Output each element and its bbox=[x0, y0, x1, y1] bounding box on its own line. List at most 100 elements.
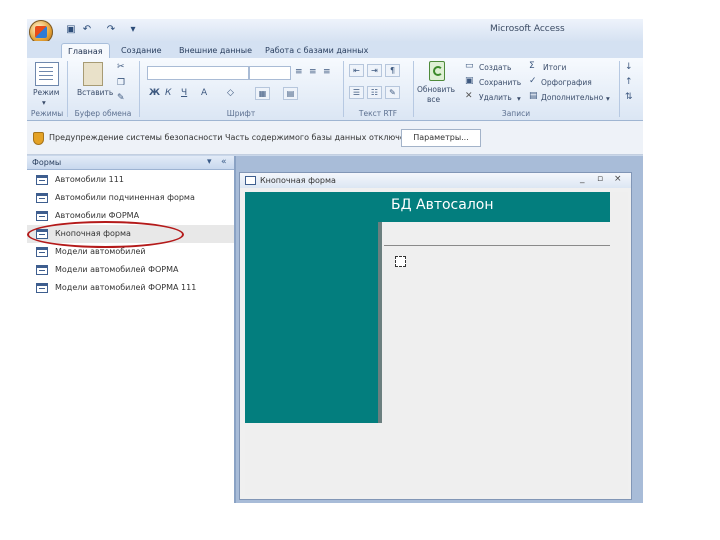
new-record-icon[interactable]: ▭ bbox=[465, 61, 474, 71]
app-title: Microsoft Access bbox=[490, 24, 565, 34]
form-window-title: Кнопочная форма bbox=[260, 176, 336, 185]
more-dropdown-icon[interactable]: ▾ bbox=[606, 94, 610, 103]
nav-item-label: Модели автомобилей bbox=[55, 247, 146, 256]
sort-descending-icon[interactable]: ↑ bbox=[625, 77, 633, 87]
spelling-button[interactable]: Орфография bbox=[541, 78, 592, 87]
divider bbox=[619, 61, 620, 117]
nav-item-label: Автомобили ФОРМА bbox=[55, 211, 140, 220]
chevron-down-icon[interactable]: ▾ bbox=[207, 157, 212, 167]
nav-pane-header[interactable]: Формы ▾ « bbox=[27, 156, 234, 170]
paragraph-icon[interactable]: ¶ bbox=[385, 64, 400, 77]
nav-item-avtomobili-111[interactable]: Автомобили 111 bbox=[27, 171, 234, 189]
font-color-icon[interactable]: A bbox=[201, 88, 207, 98]
totals-button[interactable]: Итоги bbox=[543, 63, 566, 72]
form-icon bbox=[36, 175, 48, 185]
align-left-icon[interactable]: ≡ bbox=[295, 67, 303, 77]
delete-icon[interactable]: ✕ bbox=[465, 91, 473, 101]
save-icon[interactable]: ▣ bbox=[65, 24, 77, 36]
paste-icon[interactable] bbox=[83, 62, 103, 86]
shield-icon bbox=[33, 132, 44, 145]
alternate-fill-icon[interactable]: ▤ bbox=[283, 87, 298, 100]
tab-create[interactable]: Создание bbox=[115, 43, 168, 58]
form-icon bbox=[245, 176, 256, 185]
save-record-button[interactable]: Сохранить bbox=[479, 78, 521, 87]
group-views: Режимы bbox=[30, 109, 64, 118]
indent-decrease-icon[interactable]: ⇤ bbox=[349, 64, 364, 77]
highlight-icon[interactable]: ✎ bbox=[385, 86, 400, 99]
view-icon[interactable] bbox=[35, 62, 59, 86]
view-button[interactable]: Режим bbox=[33, 88, 59, 97]
group-records: Записи bbox=[501, 109, 531, 118]
view-dropdown-icon[interactable]: ▾ bbox=[42, 98, 46, 107]
delete-button[interactable]: Удалить bbox=[479, 93, 512, 102]
totals-icon[interactable]: Σ bbox=[529, 61, 535, 71]
navigation-pane: Формы ▾ « Автомобили 111 Автомобили подч… bbox=[27, 156, 236, 503]
form-side-band bbox=[245, 192, 378, 423]
bullets-icon[interactable]: ☰ bbox=[349, 86, 364, 99]
refresh-icon[interactable] bbox=[429, 61, 445, 81]
group-font: Шрифт bbox=[226, 109, 256, 118]
more-icon[interactable]: ▤ bbox=[529, 91, 538, 101]
paste-button[interactable]: Вставить bbox=[77, 88, 113, 97]
font-name-field[interactable] bbox=[147, 66, 249, 80]
sort-ascending-icon[interactable]: ↓ bbox=[625, 62, 633, 72]
refresh-sub-label: все bbox=[427, 95, 441, 104]
minimize-icon[interactable]: _ bbox=[580, 174, 585, 184]
clear-sort-icon[interactable]: ⇅ bbox=[625, 92, 633, 102]
tab-database-tools[interactable]: Работа с базами данных bbox=[259, 43, 374, 58]
fill-color-icon[interactable]: ◇ bbox=[227, 88, 234, 98]
form-icon bbox=[36, 211, 48, 221]
spelling-icon[interactable]: ✓ bbox=[529, 76, 537, 86]
nav-item-modeli-forma-111[interactable]: Модели автомобилей ФОРМА 111 bbox=[27, 279, 234, 297]
ribbon: Режим ▾ Режимы Вставить ✂ ❐ ✎ Буфер обме… bbox=[27, 58, 643, 121]
options-button[interactable]: Параметры... bbox=[401, 129, 481, 147]
copy-icon[interactable]: ❐ bbox=[117, 78, 125, 88]
new-record-button[interactable]: Создать bbox=[479, 63, 511, 72]
numbering-icon[interactable]: ☷ bbox=[367, 86, 382, 99]
collapse-pane-icon[interactable]: « bbox=[221, 157, 227, 167]
delete-dropdown-icon[interactable]: ▾ bbox=[517, 94, 521, 103]
form-icon bbox=[36, 193, 48, 203]
form-icon bbox=[36, 265, 48, 275]
nav-item-modeli-forma[interactable]: Модели автомобилей ФОРМА bbox=[27, 261, 234, 279]
form-title-bar[interactable]: Кнопочная форма _ ▫ × bbox=[240, 173, 631, 188]
title-bar: ▣ ↶ ↷ ▾ Microsoft Access bbox=[27, 19, 643, 44]
font-size-field[interactable] bbox=[249, 66, 291, 80]
form-divider-line bbox=[384, 245, 610, 246]
align-right-icon[interactable]: ≡ bbox=[323, 67, 331, 77]
form-heading: БД Автосалон bbox=[391, 197, 494, 213]
switchboard-button-placeholder[interactable] bbox=[395, 256, 406, 267]
save-record-icon[interactable]: ▣ bbox=[465, 76, 474, 86]
form-band-shadow bbox=[378, 222, 382, 423]
tab-home[interactable]: Главная bbox=[61, 43, 110, 59]
customize-qat-icon[interactable]: ▾ bbox=[127, 24, 139, 36]
indent-increase-icon[interactable]: ⇥ bbox=[367, 64, 382, 77]
group-rich-text: Текст RTF bbox=[358, 109, 398, 118]
tab-external-data[interactable]: Внешние данные bbox=[173, 43, 258, 58]
redo-icon[interactable]: ↷ bbox=[105, 24, 117, 36]
nav-item-label: Модели автомобилей ФОРМА 111 bbox=[55, 283, 197, 292]
gridlines-icon[interactable]: ▦ bbox=[255, 87, 270, 100]
cut-icon[interactable]: ✂ bbox=[117, 62, 125, 72]
form-icon bbox=[36, 247, 48, 257]
more-button[interactable]: Дополнительно bbox=[541, 93, 603, 102]
maximize-icon[interactable]: ▫ bbox=[597, 174, 603, 184]
nav-item-avtomobili-subform[interactable]: Автомобили подчиненная форма bbox=[27, 189, 234, 207]
format-painter-icon[interactable]: ✎ bbox=[117, 93, 125, 103]
close-icon[interactable]: × bbox=[614, 174, 622, 184]
nav-item-label: Автомобили подчиненная форма bbox=[55, 193, 195, 202]
nav-pane-title: Формы bbox=[32, 158, 62, 167]
form-window: Кнопочная форма _ ▫ × БД Автосалон bbox=[239, 172, 632, 500]
form-body: БД Автосалон bbox=[245, 192, 628, 495]
group-clipboard: Буфер обмена bbox=[74, 109, 132, 118]
undo-icon[interactable]: ↶ bbox=[81, 24, 93, 36]
underline-icon[interactable]: Ч bbox=[181, 88, 187, 98]
highlight-ellipse bbox=[27, 221, 184, 248]
italic-icon[interactable]: К bbox=[165, 88, 171, 98]
align-center-icon[interactable]: ≡ bbox=[309, 67, 317, 77]
security-warning-text: Предупреждение системы безопасности Част… bbox=[49, 133, 415, 142]
refresh-button[interactable]: Обновить bbox=[417, 85, 455, 94]
access-window: ▣ ↶ ↷ ▾ Microsoft Access Главная Создани… bbox=[27, 19, 643, 503]
nav-item-label: Модели автомобилей ФОРМА bbox=[55, 265, 179, 274]
bold-icon[interactable]: Ж bbox=[149, 88, 160, 98]
